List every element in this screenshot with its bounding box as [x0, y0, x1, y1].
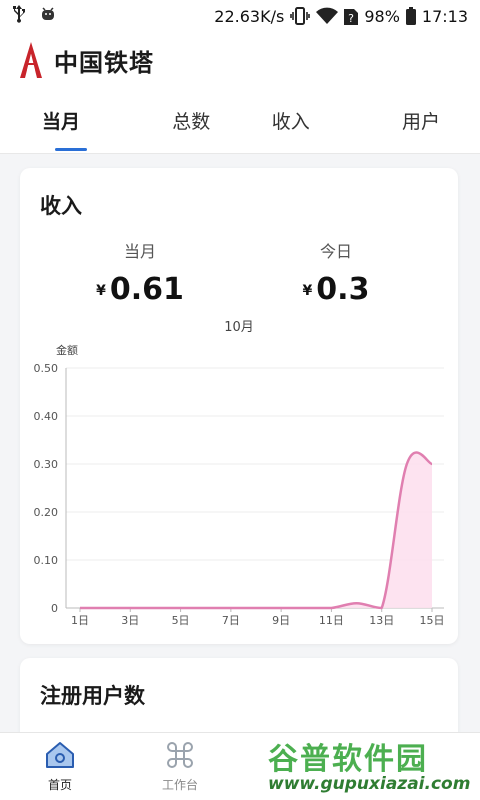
- chart-area-fill: [80, 452, 432, 608]
- chart-y-tick: 0.20: [34, 506, 59, 519]
- tab-bar: 当月 总数 收入 用户: [0, 88, 480, 154]
- battery-percent: 98%: [364, 6, 400, 26]
- users-card-title: 注册用户数: [40, 684, 145, 708]
- command-icon: [165, 741, 195, 772]
- chart-ylabel: 金额: [56, 343, 78, 357]
- watermark-name: 谷普软件园: [268, 742, 428, 777]
- chart-x-tick: 1日: [71, 614, 89, 627]
- chart-x-tick: 15日: [420, 614, 445, 627]
- chart-series-line: [80, 451, 433, 610]
- home-icon: [45, 741, 75, 772]
- tab-income[interactable]: 收入: [241, 88, 341, 153]
- status-bar: 22.63K/s ? 98% 17:13: [0, 0, 480, 32]
- chart-y-tick: 0.30: [34, 458, 59, 471]
- app-title: 中国铁塔: [54, 48, 154, 77]
- nav-workbench-label: 工作台: [161, 777, 198, 792]
- nav-workbench[interactable]: 工作台: [120, 733, 240, 800]
- usb-icon: [12, 5, 26, 27]
- vibrate-icon: [290, 7, 311, 25]
- chart-y-tick: 0.10: [34, 554, 59, 567]
- android-debug-icon: [40, 6, 56, 26]
- network-speed: 22.63K/s: [214, 6, 285, 26]
- sim-unknown-icon: ?: [344, 7, 359, 25]
- tab-users[interactable]: 用户: [341, 88, 480, 153]
- chart-x-tick: 7日: [222, 614, 240, 627]
- chart-x-tick: 13日: [369, 614, 394, 627]
- status-right: 22.63K/s ? 98% 17:13: [214, 7, 468, 26]
- income-card: 收入 当月 ¥0.61 今日 ¥0.3 10月 金额 0 0.10 0.20 0.30 0.…: [20, 168, 458, 644]
- nav-home-label: 首页: [47, 777, 72, 792]
- app-header: 中国铁塔: [0, 32, 480, 88]
- tab-total[interactable]: 总数: [142, 88, 242, 153]
- nav-home[interactable]: 首页: [0, 733, 120, 800]
- chart-x-tick: 9日: [272, 614, 290, 627]
- chart-x-tick: 3日: [121, 614, 139, 627]
- status-left: [12, 5, 56, 27]
- battery-icon: [405, 7, 416, 25]
- chart-x-tick: 11日: [319, 614, 344, 627]
- svg-text:?: ?: [348, 12, 354, 25]
- china-tower-logo: [18, 40, 44, 80]
- income-chart: 10月金额 0 0.10 0.20 0.30 0.40 0.50 1日 3日 5日 7日 9日 11日 1…: [34, 320, 445, 627]
- chart-x-tick: 5日: [172, 614, 190, 627]
- watermark-url: www.gupuxiazai.com: [268, 774, 471, 794]
- chart-y-tick: 0.50: [34, 362, 59, 375]
- tab-current-month[interactable]: 当月: [0, 88, 142, 153]
- chart-y-tick: 0: [51, 602, 58, 615]
- watermark: 谷普软件园 www.gupuxiazai.com: [262, 734, 480, 800]
- wifi-icon: [316, 7, 339, 25]
- clock: 17:13: [421, 6, 468, 26]
- chart-title: 10月: [224, 320, 254, 335]
- chart-y-tick: 0.40: [34, 410, 59, 423]
